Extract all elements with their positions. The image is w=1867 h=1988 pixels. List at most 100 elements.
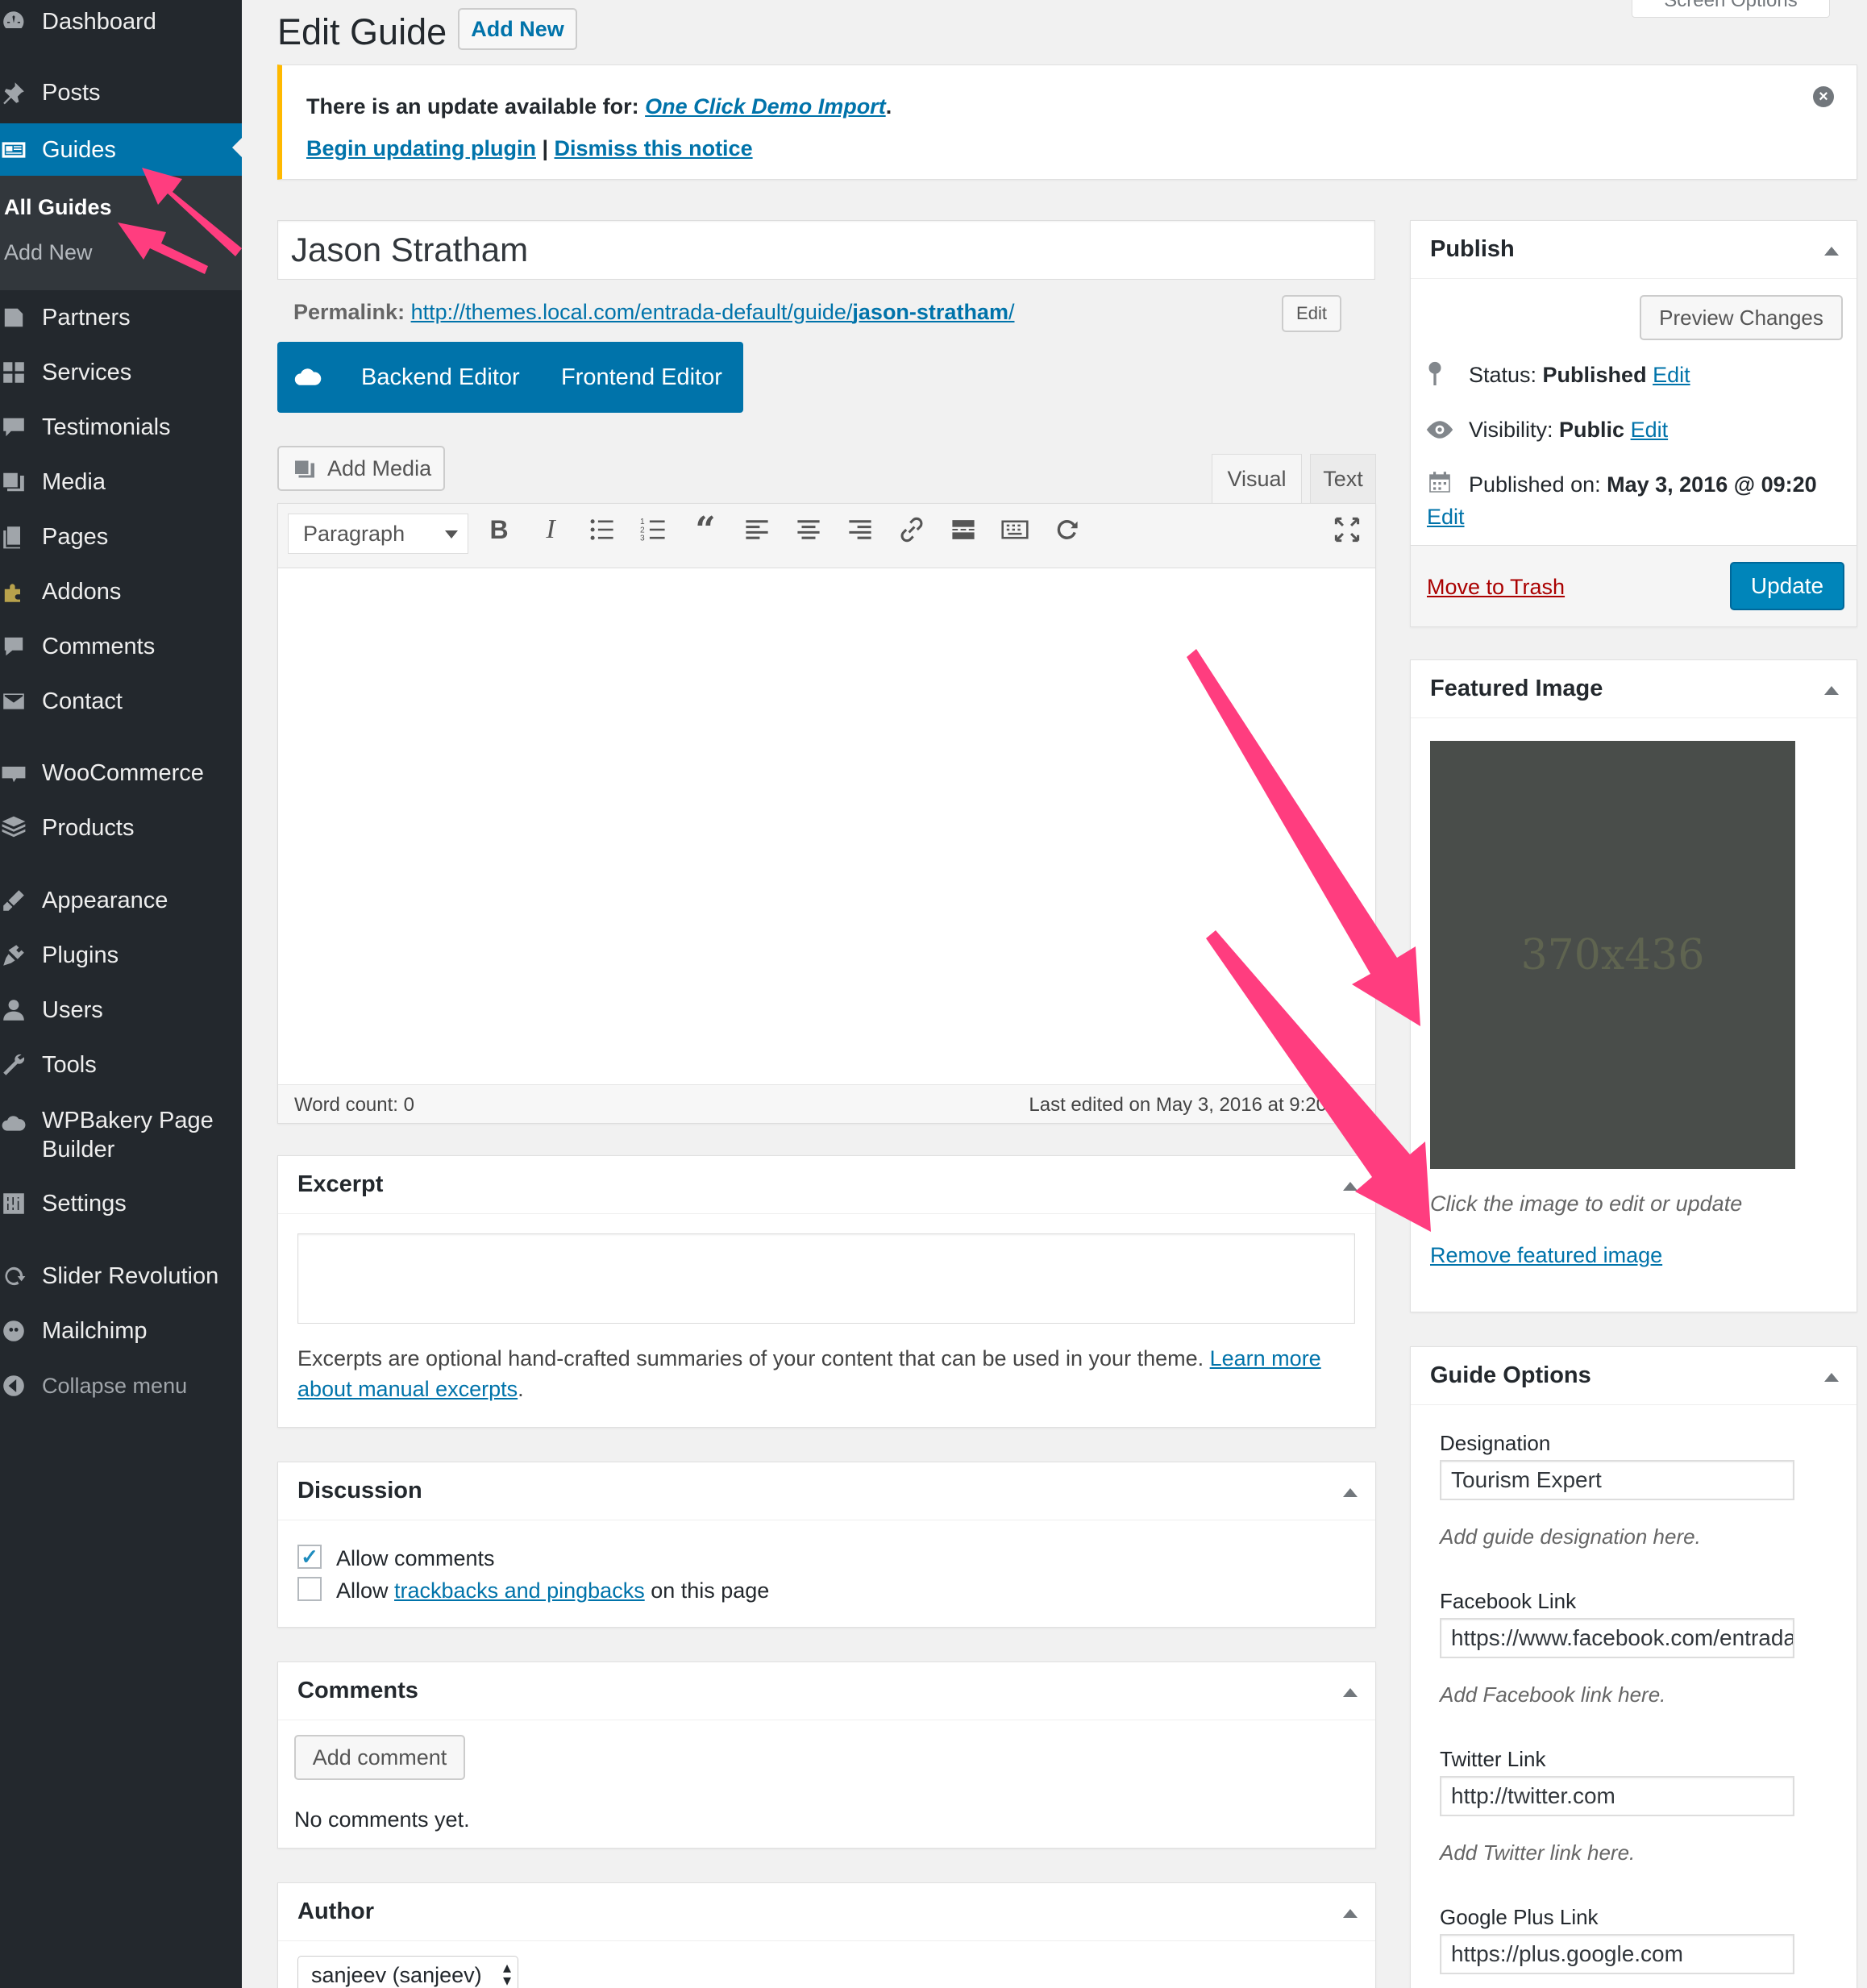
menu-wpbakery[interactable]: WPBakery Page Builder: [0, 1100, 242, 1164]
collapse-menu[interactable]: Collapse menu: [0, 1362, 242, 1410]
wrench-icon: [0, 1051, 27, 1079]
menu-slider-revolution[interactable]: Slider Revolution: [0, 1252, 242, 1300]
select-arrows-icon: ▴ ▾: [502, 1959, 511, 1988]
tab-visual[interactable]: Visual: [1212, 454, 1302, 504]
menu-pages[interactable]: Pages: [0, 513, 242, 561]
frontend-editor-button[interactable]: Frontend Editor: [561, 364, 722, 391]
remove-featured-image-link[interactable]: Remove featured image: [1430, 1243, 1662, 1268]
publish-header[interactable]: Publish: [1411, 221, 1857, 279]
menu-woocommerce[interactable]: WooCommerce: [0, 749, 242, 797]
menu-testimonials[interactable]: Testimonials: [0, 403, 242, 451]
published-edit-link[interactable]: Edit: [1427, 505, 1465, 530]
learn-more-link[interactable]: Learn more: [1210, 1346, 1321, 1370]
link-icon[interactable]: [896, 514, 928, 546]
collapse-toggle-icon[interactable]: [1824, 247, 1839, 256]
visibility-edit-link[interactable]: Edit: [1631, 418, 1669, 442]
collapse-toggle-icon[interactable]: [1824, 686, 1839, 695]
plug-icon: [0, 942, 27, 969]
menu-partners[interactable]: Partners: [0, 293, 242, 342]
collapse-toggle-icon[interactable]: [1343, 1688, 1358, 1697]
menu-label: Pages: [42, 523, 109, 550]
editor-content-area[interactable]: [278, 568, 1375, 1084]
keyboard-icon[interactable]: [999, 514, 1031, 546]
permalink-link[interactable]: http://themes.local.com/entrada-default/…: [411, 300, 1015, 324]
preview-changes-button[interactable]: Preview Changes: [1640, 295, 1843, 340]
comments-header[interactable]: Comments: [278, 1662, 1375, 1720]
manual-excerpts-link[interactable]: about manual excerpts: [297, 1377, 518, 1401]
allow-comments-checkbox[interactable]: ✓: [297, 1545, 322, 1569]
menu-label: Appearance: [42, 887, 168, 913]
begin-update-link[interactable]: Begin updating plugin: [306, 136, 536, 160]
permalink-edit-button[interactable]: Edit: [1282, 295, 1341, 332]
update-button[interactable]: Update: [1730, 562, 1844, 610]
collapse-toggle-icon[interactable]: [1343, 1488, 1358, 1497]
twitter-input[interactable]: http://twitter.com: [1440, 1776, 1794, 1816]
align-right-icon[interactable]: [844, 514, 876, 546]
permalink-label: Permalink:: [293, 300, 405, 324]
google-plus-input[interactable]: https://plus.google.com: [1440, 1934, 1794, 1974]
menu-products[interactable]: Products: [0, 804, 242, 852]
format-select[interactable]: Paragraph: [288, 514, 468, 554]
read-more-icon[interactable]: [947, 514, 979, 546]
menu-services[interactable]: Services: [0, 348, 242, 397]
menu-label: Posts: [42, 79, 101, 106]
collapse-toggle-icon[interactable]: [1343, 1909, 1358, 1918]
move-to-trash-link[interactable]: Move to Trash: [1427, 575, 1565, 600]
featured-image-thumbnail[interactable]: 370x436: [1430, 741, 1795, 1169]
menu-label: Comments: [42, 633, 156, 659]
excerpt-textarea[interactable]: [297, 1233, 1355, 1324]
menu-settings[interactable]: Settings: [0, 1179, 242, 1228]
add-comment-button[interactable]: Add comment: [294, 1735, 465, 1780]
add-media-button[interactable]: Add Media: [277, 446, 445, 491]
permalink-slug: jason-stratham: [852, 300, 1008, 324]
align-center-icon[interactable]: [792, 514, 825, 546]
menu-contact[interactable]: Contact: [0, 677, 242, 726]
discussion-header[interactable]: Discussion: [278, 1462, 1375, 1520]
menu-mailchimp[interactable]: Mailchimp: [0, 1307, 242, 1355]
collapse-toggle-icon[interactable]: [1824, 1373, 1839, 1382]
fullscreen-icon[interactable]: [1331, 514, 1363, 546]
menu-posts[interactable]: Posts: [0, 69, 242, 117]
author-header[interactable]: Author: [278, 1883, 1375, 1941]
status-edit-link[interactable]: Edit: [1653, 363, 1690, 387]
cloud-icon: [0, 1109, 27, 1137]
refresh-icon[interactable]: [1050, 514, 1083, 546]
blockquote-icon[interactable]: “: [689, 509, 721, 551]
bold-icon[interactable]: B: [483, 514, 515, 546]
submenu-add-new[interactable]: Add New: [4, 240, 93, 265]
allow-pings-checkbox[interactable]: [297, 1577, 322, 1601]
post-title-input[interactable]: Jason Stratham: [277, 220, 1375, 280]
collapse-toggle-icon[interactable]: [1343, 1182, 1358, 1191]
close-icon[interactable]: ×: [1813, 86, 1834, 107]
menu-dashboard[interactable]: Dashboard: [0, 0, 242, 46]
menu-guides[interactable]: Guides: [0, 123, 242, 177]
numbered-list-icon[interactable]: 123: [638, 514, 670, 546]
featured-image-header[interactable]: Featured Image: [1411, 660, 1857, 718]
notice-plugin-link[interactable]: One Click Demo Import: [645, 94, 886, 119]
guide-options-header[interactable]: Guide Options: [1411, 1347, 1857, 1405]
menu-addons[interactable]: Addons: [0, 568, 242, 616]
author-select[interactable]: sanjeev (sanjeev) ▴ ▾: [297, 1956, 518, 1988]
menu-tools[interactable]: Tools: [0, 1041, 242, 1089]
align-left-icon[interactable]: [741, 514, 773, 546]
brush-icon: [0, 887, 27, 914]
screen-options-tab[interactable]: Screen Options: [1632, 0, 1830, 18]
menu-comments[interactable]: Comments: [0, 622, 242, 671]
menu-media[interactable]: Media: [0, 458, 242, 506]
menu-appearance[interactable]: Appearance: [0, 876, 242, 925]
tab-text[interactable]: Text: [1310, 454, 1376, 504]
excerpt-header[interactable]: Excerpt: [278, 1156, 1375, 1214]
designation-input[interactable]: Tourism Expert: [1440, 1460, 1794, 1500]
dismiss-notice-link[interactable]: Dismiss this notice: [555, 136, 753, 160]
bullet-list-icon[interactable]: [586, 514, 618, 546]
italic-icon[interactable]: I: [534, 514, 567, 546]
submenu-all-guides[interactable]: All Guides: [4, 195, 112, 220]
menu-users[interactable]: Users: [0, 986, 242, 1034]
facebook-input[interactable]: https://www.facebook.com/entrada: [1440, 1618, 1794, 1658]
sliders-icon: [0, 1190, 27, 1217]
add-new-button[interactable]: Add New: [458, 8, 577, 50]
trackbacks-link[interactable]: trackbacks and pingbacks: [394, 1578, 645, 1603]
backend-editor-button[interactable]: Backend Editor: [361, 364, 520, 391]
last-edited: Last edited on May 3, 2016 at 9:20 am: [1029, 1094, 1359, 1116]
menu-plugins[interactable]: Plugins: [0, 931, 242, 979]
